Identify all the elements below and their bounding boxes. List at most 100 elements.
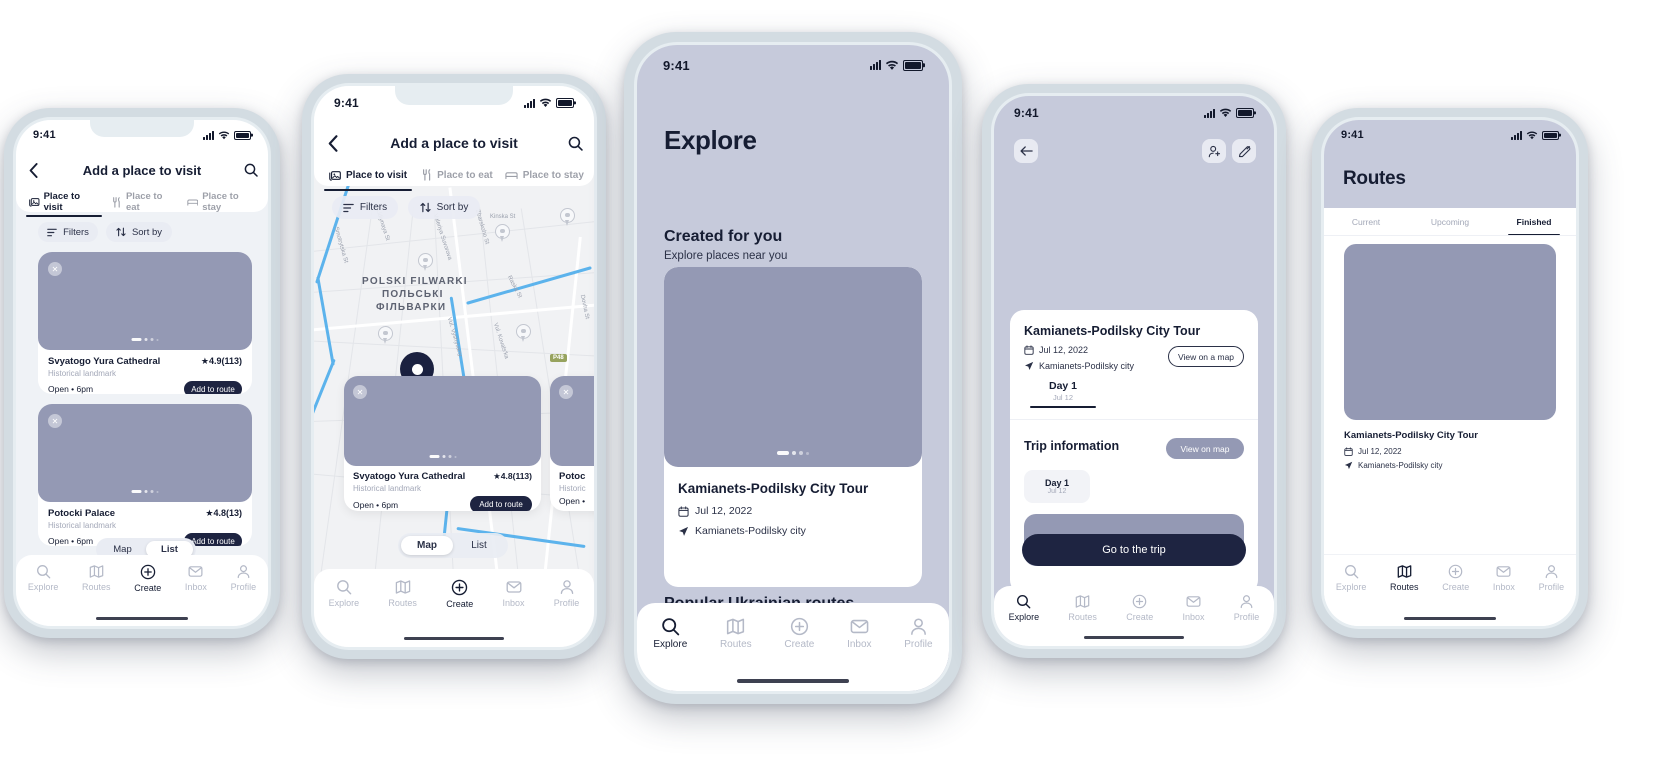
envelope-icon: [188, 566, 203, 577]
tab-explore[interactable]: Explore: [329, 579, 359, 608]
tab-create[interactable]: Create: [446, 579, 473, 609]
explore-route-card[interactable]: Kamianets-Podilsky City Tour Jul 12, 202…: [664, 267, 922, 587]
day-tab[interactable]: Day 1 Jul 12: [1030, 380, 1096, 408]
tab-inbox[interactable]: Inbox: [185, 564, 207, 592]
tab-profile[interactable]: Profile: [554, 579, 579, 608]
filters-button[interactable]: Filters: [332, 196, 398, 219]
tab-place-to-stay[interactable]: Place to stay: [187, 191, 258, 213]
tab-profile[interactable]: Profile: [1539, 564, 1564, 592]
tab-explore[interactable]: Explore: [1009, 594, 1039, 622]
edit-button[interactable]: [1232, 139, 1256, 163]
tab-routes[interactable]: Routes: [1068, 594, 1097, 622]
back-button[interactable]: [16, 162, 50, 178]
go-to-the-trip-button[interactable]: Go to the trip: [1022, 534, 1246, 566]
status-time: 9:41: [663, 57, 690, 73]
view-on-a-map-button[interactable]: View on a map: [1168, 346, 1244, 367]
tab-inbox[interactable]: Inbox: [847, 617, 872, 650]
tab-explore[interactable]: Explore: [653, 617, 687, 650]
tab-inbox[interactable]: Inbox: [1182, 594, 1205, 622]
tab-upcoming[interactable]: Upcoming: [1408, 212, 1492, 230]
route-photo[interactable]: [1344, 244, 1556, 420]
tab-explore[interactable]: Explore: [1336, 564, 1366, 592]
tab-place-to-eat[interactable]: Place to eat: [112, 191, 176, 213]
filters-button[interactable]: Filters: [38, 222, 98, 242]
map-list-segment[interactable]: Map List: [398, 533, 508, 558]
tab-inbox[interactable]: Inbox: [502, 579, 525, 608]
tab-label: Place to stay: [522, 169, 584, 181]
tab-profile[interactable]: Profile: [1234, 594, 1259, 622]
tab-place-to-visit[interactable]: Place to visit: [26, 191, 103, 217]
tab-label: Inbox: [1492, 582, 1515, 592]
close-icon[interactable]: ✕: [48, 414, 62, 428]
segment-list[interactable]: List: [453, 536, 505, 555]
map-pin[interactable]: [418, 253, 433, 273]
tab-current[interactable]: Current: [1324, 212, 1408, 230]
cellular-icon: [870, 60, 881, 70]
map-icon: [395, 580, 410, 594]
tab-create[interactable]: Create: [134, 564, 161, 593]
tab-explore[interactable]: Explore: [28, 564, 58, 592]
tab-place-to-eat[interactable]: Place to eat: [422, 164, 493, 186]
tab-routes[interactable]: Routes: [1390, 564, 1419, 592]
search-button[interactable]: [556, 136, 594, 151]
page-title: Routes: [1343, 168, 1406, 189]
place-photo[interactable]: ✕: [38, 404, 252, 502]
place-card[interactable]: ✕ Svyatogo Yura Cathedral ★4.9(113) Hist…: [38, 252, 252, 394]
place-card[interactable]: ✕ Potocki Palace ★4.8(13) Historical lan…: [38, 404, 252, 546]
map-pin[interactable]: [560, 208, 575, 228]
tab-create[interactable]: Create: [1442, 564, 1469, 592]
calendar-icon: [678, 505, 689, 517]
sort-label: Sort by: [436, 202, 469, 213]
tab-profile[interactable]: Profile: [231, 564, 256, 592]
place-photo[interactable]: ✕: [550, 376, 594, 466]
add-to-route-button[interactable]: Add to route: [470, 496, 532, 511]
day-tab-underline: [1030, 406, 1096, 408]
filters-icon: [47, 228, 57, 236]
tab-label: Routes: [388, 598, 417, 608]
tab-routes[interactable]: Routes: [82, 564, 111, 592]
close-icon[interactable]: ✕: [353, 385, 367, 399]
place-photo[interactable]: ✕: [38, 252, 252, 350]
map-place-card[interactable]: ✕ Svyatogo Yura Cathedral ★4.8(113) Hist…: [344, 376, 541, 511]
page-title: Add a place to visit: [390, 135, 518, 151]
tab-inbox[interactable]: Inbox: [1493, 564, 1515, 592]
tab-create[interactable]: Create: [784, 617, 814, 650]
place-photo[interactable]: ✕: [344, 376, 541, 466]
search-icon: [568, 136, 583, 151]
map-district-label-uk2: ФІЛЬВАРКИ: [376, 302, 447, 313]
tab-create[interactable]: Create: [1126, 594, 1153, 622]
tab-label: Create: [134, 583, 162, 593]
tab-place-to-stay[interactable]: Place to stay: [505, 164, 584, 186]
route-name: Kamianets-Podilsky City Tour: [678, 481, 869, 496]
invite-button[interactable]: [1202, 139, 1226, 163]
search-button[interactable]: [234, 163, 268, 177]
tab-label: Routes: [719, 639, 752, 650]
map-pin[interactable]: [516, 324, 531, 344]
search-icon: [1344, 565, 1358, 579]
tab-label: Inbox: [502, 598, 525, 608]
close-icon[interactable]: ✕: [559, 385, 573, 399]
close-icon[interactable]: ✕: [48, 262, 62, 276]
day-chip[interactable]: Day 1 Jul 12: [1024, 470, 1090, 503]
sort-button[interactable]: Sort by: [106, 222, 172, 242]
carousel-dots: [429, 455, 456, 458]
tab-routes[interactable]: Routes: [388, 579, 417, 608]
map-place-card-next[interactable]: ✕ Potoc Historic Open •: [550, 376, 594, 511]
tab-place-to-visit[interactable]: Place to visit: [324, 164, 413, 191]
tab-profile[interactable]: Profile: [904, 617, 933, 650]
tab-finished[interactable]: Finished: [1492, 212, 1576, 236]
add-to-route-button[interactable]: Add to route: [184, 381, 242, 394]
segment-map[interactable]: Map: [401, 536, 453, 555]
map-pin[interactable]: [495, 224, 510, 244]
route-name: Kamianets-Podilsky City Tour: [1344, 430, 1478, 441]
route-photo[interactable]: [664, 267, 922, 467]
place-rating: ★4.8(13): [205, 508, 242, 518]
sort-button[interactable]: Sort by: [408, 196, 480, 219]
back-button[interactable]: [1014, 139, 1038, 163]
view-on-map-button[interactable]: View on map: [1166, 438, 1244, 459]
tab-routes[interactable]: Routes: [720, 617, 752, 650]
back-button[interactable]: [314, 134, 352, 152]
routes-tabs-divider: [1324, 235, 1576, 236]
route-list-item[interactable]: Kamianets-Podilsky City Tour Jul 12, 202…: [1344, 244, 1556, 470]
map-pin[interactable]: [378, 326, 393, 346]
